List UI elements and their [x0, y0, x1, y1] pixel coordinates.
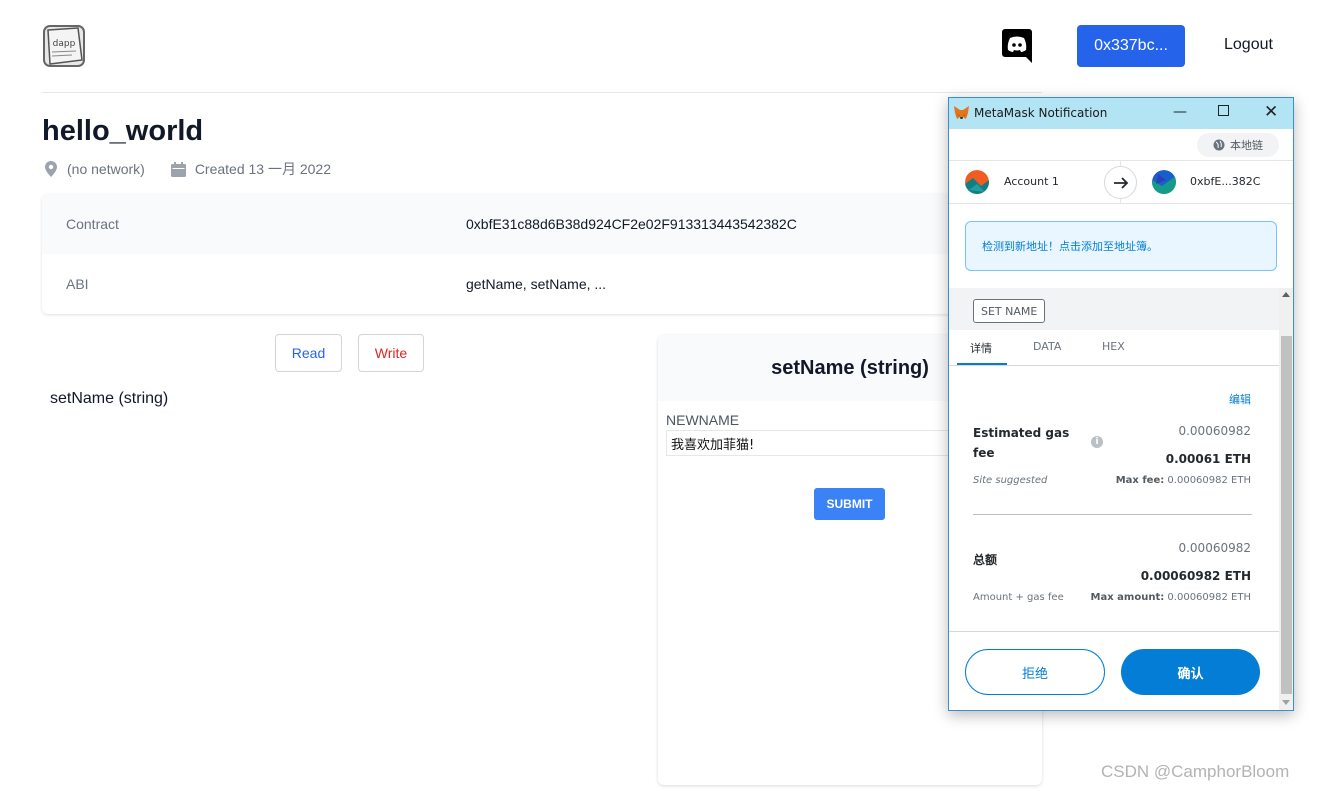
- abi-label: ABI: [66, 276, 89, 292]
- tab-hex[interactable]: HEX: [1102, 340, 1125, 353]
- method-bar: SET NAME: [949, 288, 1279, 330]
- info-icon[interactable]: i: [1091, 436, 1103, 448]
- logo-text: dapp: [53, 39, 76, 49]
- contract-address: 0xbfE31c88d6B38d924CF2e02F91331344354238…: [466, 216, 797, 232]
- confirm-button[interactable]: 确认: [1121, 649, 1260, 695]
- max-amount-label: Max amount:: [1090, 592, 1165, 603]
- new-address-notice[interactable]: 检测到新地址！点击添加至地址簿。: [965, 221, 1277, 271]
- write-tab-button[interactable]: Write: [358, 334, 424, 372]
- edit-gas-link[interactable]: 编辑: [1229, 391, 1251, 407]
- to-account-avatar: [1152, 170, 1176, 194]
- from-account-name: Account 1: [1004, 175, 1059, 188]
- max-amount: Max amount: 0.00060982 ETH: [1091, 592, 1251, 603]
- header-divider: [42, 92, 1042, 93]
- total-eth: 0.00060982 ETH: [1140, 569, 1251, 583]
- metamask-window-title: MetaMask Notification: [974, 106, 1108, 120]
- watermark: CSDN @CamphorBloom: [1101, 762, 1290, 781]
- max-fee-value: 0.00060982 ETH: [1167, 475, 1251, 486]
- total-label: 总额: [973, 553, 998, 567]
- newname-label: NEWNAME: [666, 412, 740, 428]
- dapp-logo[interactable]: dapp: [42, 24, 86, 68]
- total-value: 0.00060982: [1178, 541, 1251, 555]
- from-account-avatar: [965, 170, 989, 194]
- gas-fee-eth: 0.00061 ETH: [1165, 452, 1251, 466]
- contract-info-card: Contract 0xbfE31c88d6B38d924CF2e02F91331…: [42, 194, 1042, 314]
- max-fee: Max fee: 0.00060982 ETH: [1116, 475, 1251, 486]
- transfer-arrow: [1104, 166, 1137, 199]
- metamask-titlebar[interactable]: MetaMask Notification — ✕: [949, 98, 1293, 129]
- active-tab-indicator: [957, 363, 1007, 365]
- contract-label: Contract: [66, 216, 119, 232]
- network-label: (no network): [67, 161, 145, 177]
- logout-link[interactable]: Logout: [1224, 36, 1273, 54]
- metamask-fox-icon: [954, 106, 969, 119]
- metamask-window: MetaMask Notification — ✕ 本地链 Account 1: [948, 97, 1294, 711]
- abi-value: getName, setName, ...: [466, 276, 607, 292]
- maximize-icon[interactable]: [1218, 105, 1229, 116]
- network-globe-icon: [1213, 139, 1225, 151]
- scrollbar-thumb[interactable]: [1281, 336, 1292, 694]
- network-selector[interactable]: 本地链: [1197, 133, 1279, 157]
- wallet-address-button[interactable]: 0x337bc...: [1077, 25, 1185, 67]
- calendar-icon: [170, 161, 186, 177]
- reject-button[interactable]: 拒绝: [965, 649, 1105, 695]
- gas-fee-label-line2: fee: [973, 446, 995, 460]
- abi-row: ABI getName, setName, ...: [42, 254, 1042, 314]
- created-date: Created 13 一月 2022: [194, 161, 332, 177]
- minimize-icon[interactable]: —: [1173, 104, 1187, 120]
- contract-meta: (no network) Created 13 一月 2022: [44, 159, 331, 179]
- page-title: hello_world: [42, 115, 204, 147]
- scroll-up-arrow[interactable]: [1282, 292, 1290, 297]
- account-transfer-bar: Account 1 0xbfE...382C: [949, 161, 1293, 204]
- max-amount-value: 0.00060982 ETH: [1167, 592, 1251, 603]
- action-footer: 拒绝 确认: [949, 631, 1279, 710]
- scrollbar[interactable]: [1279, 288, 1293, 710]
- method-badge: SET NAME: [973, 299, 1046, 323]
- function-list-item[interactable]: setName (string): [50, 390, 168, 408]
- max-fee-label: Max fee:: [1115, 475, 1165, 486]
- close-icon[interactable]: ✕: [1264, 102, 1278, 122]
- network-name: 本地链: [1230, 139, 1263, 152]
- section-divider: [973, 514, 1252, 515]
- arrow-right-icon: [1113, 176, 1128, 189]
- details-tabs: 详情 DATA HEX: [949, 330, 1279, 366]
- gas-fee-value: 0.00060982: [1178, 424, 1251, 438]
- contract-row: Contract 0xbfE31c88d6B38d924CF2e02F91331…: [42, 194, 1042, 254]
- gas-fee-label: Estimated gas fee: [973, 423, 1069, 463]
- amount-gas-label: Amount + gas fee: [973, 592, 1064, 603]
- site-suggested-label: Site suggested: [973, 475, 1048, 486]
- network-bar: 本地链: [949, 129, 1293, 161]
- tab-data[interactable]: DATA: [1033, 340, 1061, 353]
- tab-details[interactable]: 详情: [970, 340, 992, 356]
- submit-button[interactable]: SUBMIT: [814, 488, 885, 520]
- to-account-address: 0xbfE...382C: [1190, 175, 1261, 188]
- scroll-down-arrow[interactable]: [1282, 700, 1290, 705]
- read-tab-button[interactable]: Read: [275, 334, 342, 372]
- discord-icon[interactable]: [1002, 29, 1032, 63]
- gas-fee-label-line1: Estimated gas: [973, 426, 1070, 440]
- location-pin-icon: [45, 161, 57, 177]
